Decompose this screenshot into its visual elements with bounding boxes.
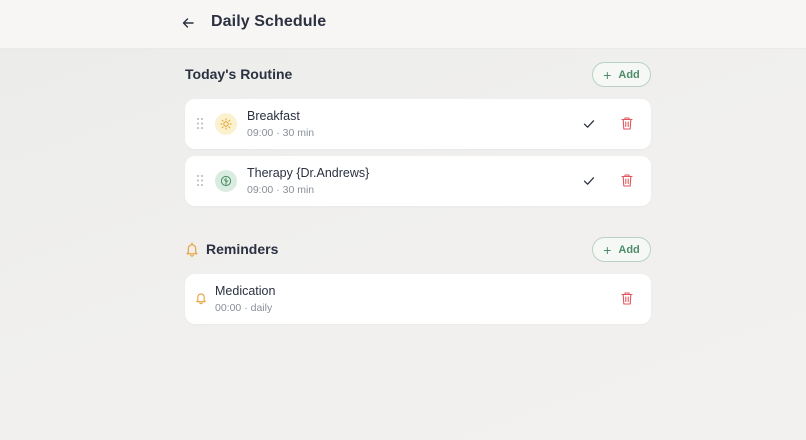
trash-icon[interactable] — [620, 291, 634, 306]
routine-item-breakfast[interactable]: Breakfast 09:00 · 30 min — [185, 99, 651, 149]
item-time: 09:00 · 30 min — [247, 184, 315, 196]
main-content: Today's Routine + Add Breakfast 09:00 · … — [185, 49, 651, 331]
item-title: Therapy {Dr.Andrews} — [247, 166, 370, 180]
bell-icon — [196, 293, 206, 305]
add-reminder-label: Add — [618, 243, 640, 256]
tree-icon — [215, 170, 237, 192]
reminders-section-header: Reminders + Add — [185, 224, 651, 274]
item-time: 00:00 · daily — [215, 302, 273, 314]
add-routine-button[interactable]: + Add — [592, 62, 651, 87]
page-title: Daily Schedule — [211, 13, 327, 30]
routine-section-title: Today's Routine — [185, 66, 293, 82]
plus-icon: + — [603, 241, 612, 258]
item-title: Medication — [215, 284, 276, 298]
check-icon[interactable] — [582, 174, 596, 188]
reminder-item-medication[interactable]: Medication 00:00 · daily — [185, 274, 651, 324]
sun-icon — [215, 113, 237, 135]
top-bar: Daily Schedule — [0, 0, 806, 49]
item-time: 09:00 · 30 min — [247, 127, 315, 139]
routine-section-header: Today's Routine + Add — [185, 49, 651, 99]
drag-handle-icon[interactable] — [196, 117, 204, 130]
add-routine-label: Add — [618, 68, 640, 81]
drag-handle-icon[interactable] — [196, 174, 204, 187]
back-button[interactable] — [179, 14, 197, 32]
plus-icon: + — [603, 66, 612, 83]
trash-icon[interactable] — [620, 116, 634, 131]
bell-icon — [185, 241, 201, 257]
add-reminder-button[interactable]: + Add — [592, 237, 651, 262]
item-title: Breakfast — [247, 109, 300, 123]
check-icon[interactable] — [582, 117, 596, 131]
reminders-section-title: Reminders — [206, 241, 279, 257]
routine-item-therapy[interactable]: Therapy {Dr.Andrews} 09:00 · 30 min — [185, 156, 651, 206]
arrow-left-icon — [182, 18, 194, 28]
trash-icon[interactable] — [620, 173, 634, 188]
